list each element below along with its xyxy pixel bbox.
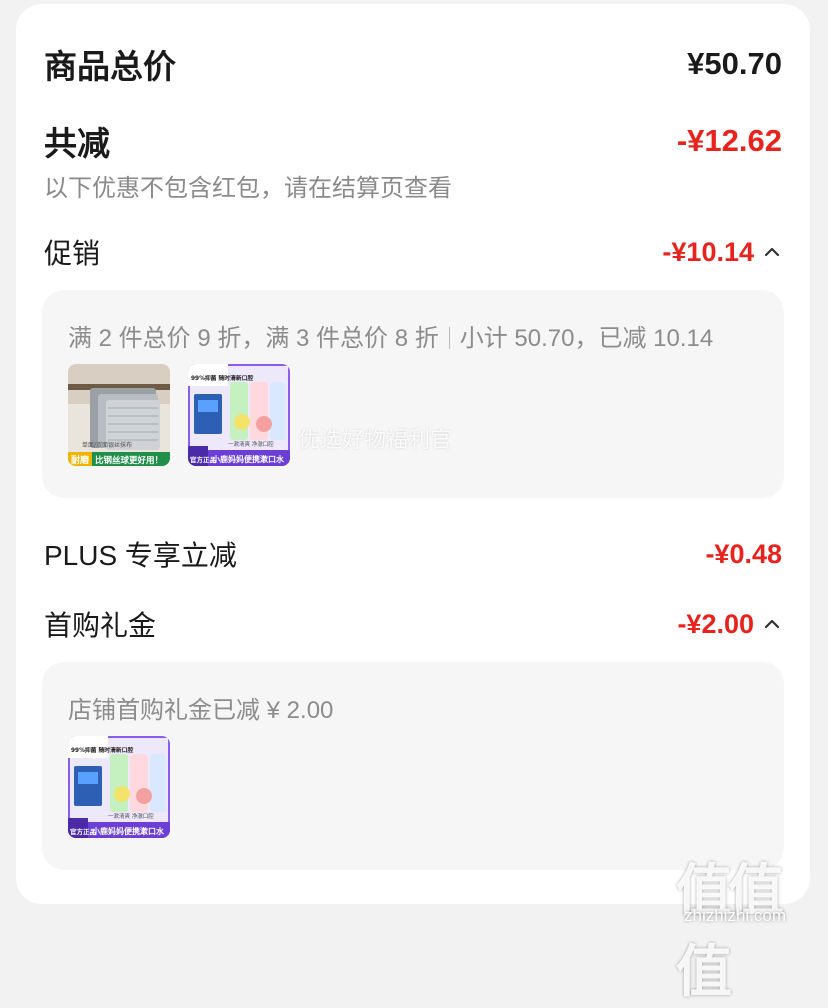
product-thumb-cloth[interactable]: 单面/双面银丝抹布 耐磨 比钢丝球更好用！ <box>68 364 170 466</box>
product-sub-text: 一漱清爽 净澈口腔 <box>228 440 274 448</box>
promo-label: 促销 <box>44 238 101 269</box>
plus-row: PLUS 专享立减 -¥0.48 <box>44 534 782 574</box>
watermark-overlay-text: 优选好物福利官 <box>298 427 453 452</box>
discount-row: 共减 -¥12.62 <box>44 117 782 165</box>
product-sub-text: 一漱清爽 净澈口腔 <box>108 812 154 820</box>
first-purchase-row[interactable]: 首购礼金 -¥2.00 <box>44 604 782 644</box>
promo-row[interactable]: 促销 -¥10.14 <box>44 232 782 272</box>
product-sub-text: 单面/双面银丝抹布 <box>82 441 132 449</box>
divider <box>448 327 450 349</box>
total-row: 商品总价 ¥50.70 <box>44 40 782 88</box>
first-purchase-amount-wrap: -¥2.00 <box>677 609 782 640</box>
product-image: 单面/双面银丝抹布 耐磨 比钢丝球更好用！ <box>68 364 170 466</box>
watermark-logo: 值值值 zhizhizhi.com <box>670 846 820 1005</box>
discount-amount: -¥12.62 <box>676 123 782 158</box>
product-badge-right: 小鹿妈妈便携漱口水 <box>91 826 165 836</box>
plus-amount: -¥0.48 <box>705 538 782 569</box>
total-label: 商品总价 <box>44 48 176 85</box>
watermark-logo-url: zhizhizhi.com <box>684 906 787 925</box>
watermark-logo-text: 值值值 <box>676 859 784 1005</box>
product-badge-right: 小鹿妈妈便携漱口水 <box>211 454 285 464</box>
product-top-text: 99%抑菌 随时清新口腔 <box>191 374 253 382</box>
product-thumb-mouthwash[interactable]: 99%抑菌 随时清新口腔 一漱清爽 净澈口腔 官方正品 小鹿妈妈便携漱口水 <box>188 364 290 466</box>
product-image: 99%抑菌 随时清新口腔 一漱清爽 净澈口腔 官方正品 小鹿妈妈便携漱口水 <box>188 364 290 466</box>
promo-rule-line: 满 2 件总价 9 折，满 3 件总价 8 折小计 50.70，已减 10.14 <box>68 318 713 353</box>
discount-label: 共减 <box>44 125 110 162</box>
promo-subtotal: 小计 50.70，已减 10.14 <box>459 325 714 352</box>
product-thumb-mouthwash[interactable]: 99%抑菌 随时清新口腔 一漱清爽 净澈口腔 官方正品 小鹿妈妈便携漱口水 <box>68 736 170 838</box>
promo-rule: 满 2 件总价 9 折，满 3 件总价 8 折 <box>68 325 439 352</box>
chevron-up-icon[interactable] <box>762 614 782 634</box>
promo-amount: -¥10.14 <box>662 236 754 267</box>
product-top-text: 99%抑菌 随时清新口腔 <box>71 746 133 754</box>
chevron-up-icon[interactable] <box>762 242 782 262</box>
promo-detail-panel: 满 2 件总价 9 折，满 3 件总价 8 折小计 50.70，已减 10.14… <box>42 290 784 498</box>
discount-note: 以下优惠不包含红包，请在结算页查看 <box>44 175 452 202</box>
discount-detail-card: 商品总价 ¥50.70 共减 -¥12.62 以下优惠不包含红包，请在结算页查看… <box>16 4 810 904</box>
promo-amount-wrap: -¥10.14 <box>662 237 782 268</box>
total-amount: ¥50.70 <box>687 46 782 81</box>
first-purchase-label: 首购礼金 <box>44 610 157 641</box>
product-badge-right: 比钢丝球更好用！ <box>95 455 163 466</box>
first-purchase-amount: -¥2.00 <box>677 608 754 639</box>
first-purchase-detail: 店铺首购礼金已减 ¥ 2.00 <box>68 697 334 724</box>
product-badge-left: 耐磨 <box>71 454 90 466</box>
plus-label: PLUS 专享立减 <box>44 540 237 571</box>
first-purchase-detail-panel: 店铺首购礼金已减 ¥ 2.00 99%抑菌 随时清新口腔 一漱清爽 净澈口腔 官… <box>42 662 784 870</box>
product-image: 99%抑菌 随时清新口腔 一漱清爽 净澈口腔 官方正品 小鹿妈妈便携漱口水 <box>68 736 170 838</box>
